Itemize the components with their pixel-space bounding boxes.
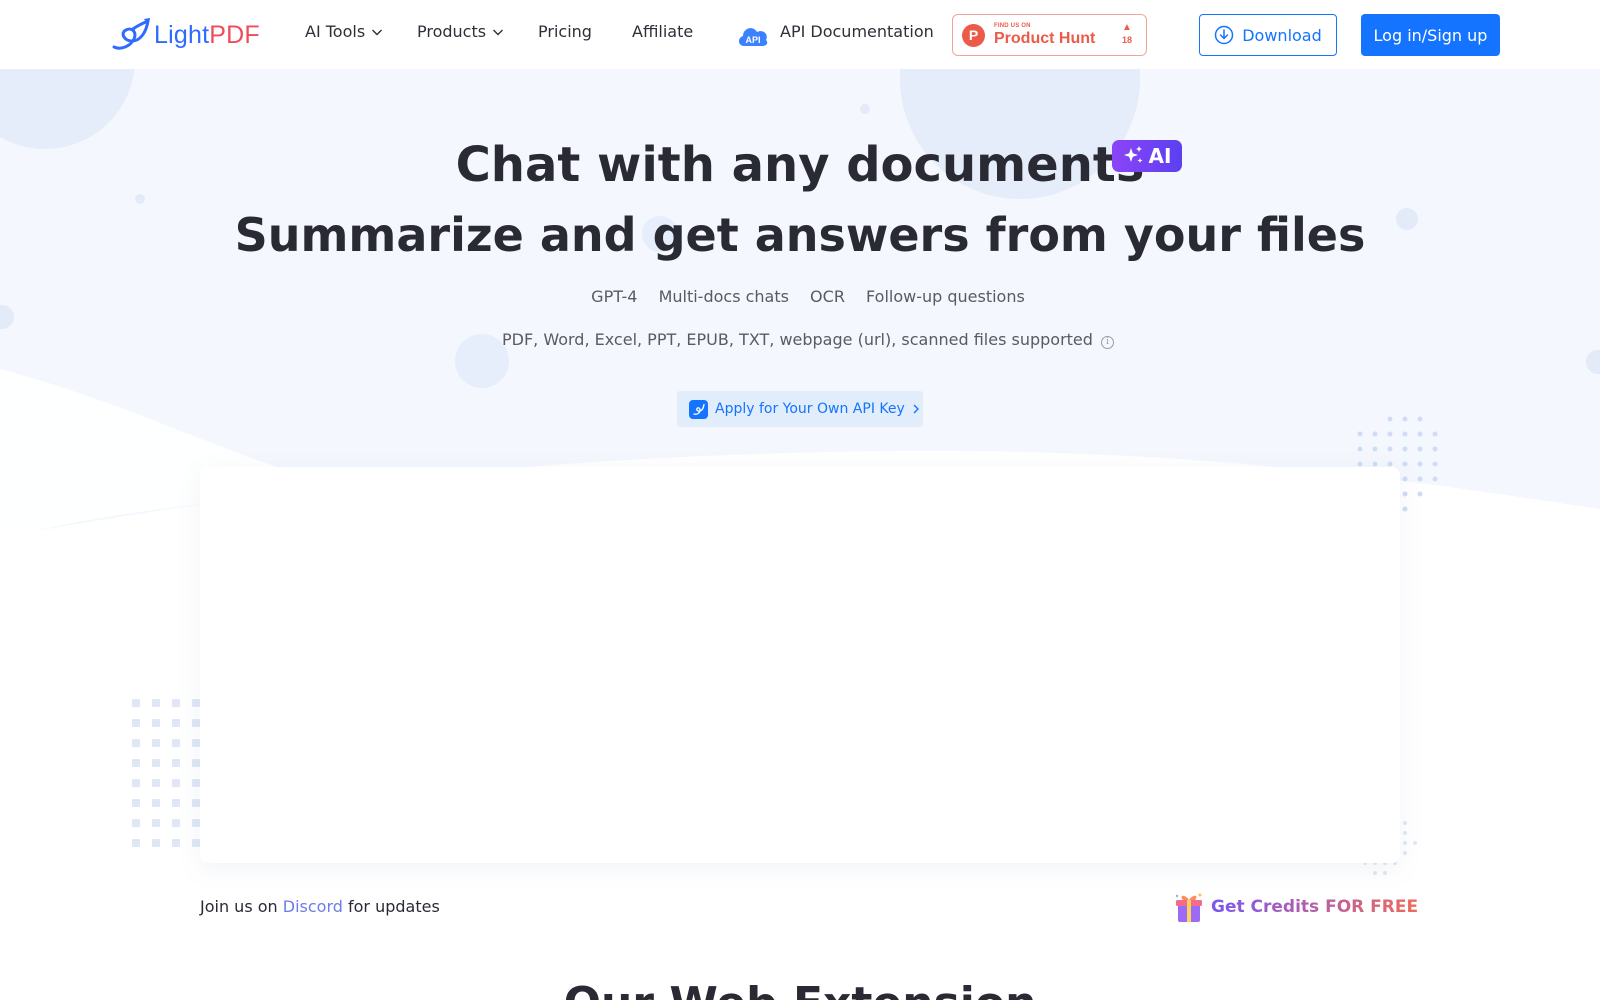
- api-cloud-icon: API: [738, 28, 768, 46]
- nav-ai-tools-label: AI Tools: [305, 22, 366, 41]
- feature-list: GPT-4 Multi-docs chats OCR Follow-up que…: [575, 287, 1025, 306]
- discord-link[interactable]: Discord: [283, 897, 343, 916]
- apply-api-key-button[interactable]: Apply for Your Own API Key: [677, 391, 923, 427]
- apply-api-key-label: Apply for Your Own API Key: [715, 401, 905, 417]
- product-hunt-icon: P: [962, 23, 985, 47]
- nav-affiliate-label: Affiliate: [632, 22, 694, 41]
- nav-ai-tools[interactable]: AI Tools: [305, 22, 383, 41]
- nav-affiliate[interactable]: Affiliate: [632, 22, 693, 41]
- discord-prefix: Join us on: [200, 897, 283, 916]
- product-hunt-vote-count: 18: [1121, 35, 1132, 45]
- chevron-right-icon: [913, 404, 919, 414]
- nav-pricing[interactable]: Pricing: [538, 22, 592, 41]
- chevron-down-icon: [493, 29, 504, 35]
- download-button[interactable]: Download: [1199, 14, 1337, 56]
- download-icon: [1214, 25, 1234, 45]
- discord-invite: Join us on Discord for updates: [200, 897, 440, 916]
- product-hunt-votes: ▲ 18: [1121, 22, 1132, 46]
- lightpdf-logo[interactable]: LightPDF: [110, 17, 260, 53]
- upvote-triangle-icon: ▲: [1122, 22, 1132, 33]
- login-signup-button[interactable]: Log in/Sign up: [1361, 14, 1500, 56]
- nav-api-documentation-label: API Documentation: [780, 22, 934, 41]
- ai-badge-label: AI: [1148, 144, 1172, 168]
- svg-text:API: API: [745, 35, 760, 45]
- ai-badge: AI: [1112, 140, 1182, 172]
- get-free-credits-label: Get Credits FOR FREE: [1211, 897, 1419, 917]
- nav-products[interactable]: Products: [417, 22, 504, 41]
- hero-title-line1: Chat with any documents: [455, 137, 1145, 193]
- chevron-down-icon: [372, 29, 383, 35]
- sparkle-icon: [1123, 146, 1143, 163]
- gift-box-icon: [1175, 893, 1202, 922]
- logo-wordmark: LightPDF: [154, 20, 260, 49]
- nav-api-documentation[interactable]: API Documentation: [780, 22, 934, 41]
- supported-formats-text: PDF, Word, Excel, PPT, EPUB, TXT, webpag…: [485, 330, 1093, 349]
- download-button-label: Download: [1242, 25, 1322, 45]
- get-free-credits-link[interactable]: Get Credits FOR FREE: [1173, 890, 1418, 924]
- document-upload-card[interactable]: [200, 467, 1400, 863]
- nav-products-label: Products: [417, 22, 487, 41]
- web-extension-section-title: Our Web Extension: [0, 978, 1600, 1000]
- supported-formats: PDF, Word, Excel, PPT, EPUB, TXT, webpag…: [0, 330, 1600, 349]
- discord-suffix: for updates: [342, 897, 440, 916]
- nav-pricing-label: Pricing: [538, 22, 592, 41]
- product-hunt-small-text: FIND US ON: [994, 23, 1031, 29]
- lightpdf-mini-logo-icon: [689, 399, 708, 419]
- top-navbar: LightPDF AI Tools Products Pricing Affil…: [0, 0, 1600, 69]
- product-hunt-badge[interactable]: P FIND US ON Product Hunt ▲ 18: [952, 14, 1147, 56]
- product-hunt-name: Product Hunt: [994, 30, 1096, 47]
- hero-title-line2: Summarize and get answers from your file…: [234, 208, 1366, 262]
- info-icon[interactable]: i: [1101, 336, 1115, 349]
- lightpdf-logo-icon: [112, 18, 150, 50]
- decorative-dot-grid-left: [132, 699, 200, 847]
